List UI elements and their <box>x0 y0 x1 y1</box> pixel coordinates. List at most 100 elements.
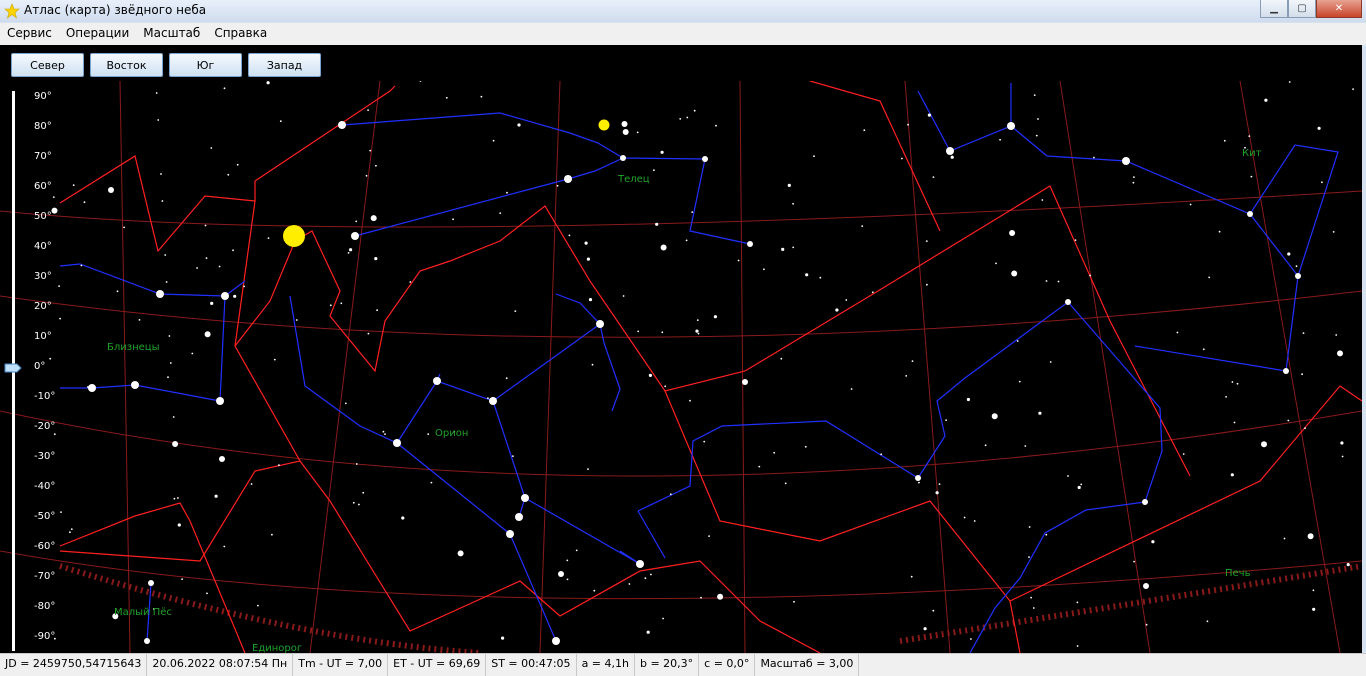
star <box>196 267 199 269</box>
west-button[interactable]: Запад <box>248 53 321 77</box>
title-bar[interactable]: Атлас (карта) звёдного неба ▁ ▢ ✕ <box>0 0 1366 22</box>
star <box>588 298 593 302</box>
star <box>384 433 386 435</box>
status-bar: JD = 2459750,54715643 20.06.2022 08:07:5… <box>0 653 1366 676</box>
star <box>273 358 276 361</box>
star <box>227 173 230 176</box>
star <box>835 308 839 312</box>
star <box>1033 94 1036 96</box>
star <box>1132 181 1135 184</box>
star <box>805 273 809 277</box>
star <box>926 283 928 286</box>
star <box>650 573 652 576</box>
star <box>973 520 976 522</box>
star <box>1045 533 1048 536</box>
declination-slider-thumb[interactable] <box>4 363 22 373</box>
star <box>1041 199 1044 201</box>
bright-star <box>552 637 560 645</box>
bright-star <box>521 494 529 502</box>
declination-tick-label: 20° <box>34 301 52 312</box>
close-button[interactable]: ✕ <box>1316 0 1362 18</box>
star <box>689 399 691 402</box>
star <box>1341 455 1344 458</box>
star <box>1225 396 1227 398</box>
label-fornax: Печь <box>1225 568 1251 579</box>
star <box>218 265 221 268</box>
bright-star <box>433 377 441 385</box>
star <box>911 360 914 362</box>
star <box>214 494 218 498</box>
star <box>1231 381 1234 383</box>
star <box>784 482 787 485</box>
bright-star <box>88 384 96 392</box>
star <box>250 483 253 485</box>
star <box>1074 239 1077 242</box>
maximize-button[interactable]: ▢ <box>1288 0 1316 18</box>
star <box>204 224 207 227</box>
bright-star <box>1283 368 1289 374</box>
star <box>621 121 628 127</box>
menu-scale[interactable]: Масштаб <box>136 23 207 45</box>
status-c: c = 0,0° <box>699 654 756 676</box>
star <box>556 184 559 187</box>
star <box>804 445 807 448</box>
bright-star <box>1065 299 1071 305</box>
ecliptic-band <box>59 563 1362 653</box>
star <box>773 451 776 454</box>
star <box>83 201 86 204</box>
star <box>164 254 167 256</box>
star <box>257 604 259 607</box>
star <box>1208 276 1211 279</box>
star <box>1317 126 1321 130</box>
south-button[interactable]: Юг <box>169 53 242 77</box>
bright-star <box>108 187 114 193</box>
star <box>950 155 954 159</box>
menu-service[interactable]: Сервис <box>0 23 59 45</box>
bright-star <box>489 397 497 405</box>
bright-star <box>558 571 564 577</box>
star <box>505 377 508 380</box>
star <box>793 600 795 603</box>
star <box>932 176 935 178</box>
bright-star <box>219 456 225 462</box>
east-button[interactable]: Восток <box>90 53 163 77</box>
star <box>295 319 298 321</box>
star <box>223 87 226 90</box>
planet-marker[interactable] <box>598 119 610 131</box>
status-sidereal-time: ST = 00:47:05 <box>486 654 577 676</box>
star <box>1176 331 1179 334</box>
declination-tick-label: 50° <box>34 211 52 222</box>
status-tm-ut: Tm - UT = 7,00 <box>293 654 389 676</box>
star <box>1304 427 1306 430</box>
declination-tick-label: 80° <box>34 121 52 132</box>
star <box>819 276 822 279</box>
constellation-figures <box>59 83 1339 653</box>
star <box>1057 280 1060 283</box>
minimize-button[interactable]: ▁ <box>1260 0 1288 18</box>
bright-star <box>596 320 604 328</box>
declination-tick-label: 30° <box>34 271 52 282</box>
star <box>445 96 448 99</box>
star <box>517 123 521 127</box>
menu-help[interactable]: Справка <box>207 23 274 45</box>
star <box>1312 607 1316 611</box>
bright-star <box>131 381 139 389</box>
star <box>871 291 874 294</box>
star <box>480 95 483 98</box>
label-monoceros: Единорог <box>252 643 303 653</box>
sun-marker[interactable] <box>283 225 305 247</box>
north-button[interactable]: Север <box>11 53 84 77</box>
star <box>661 331 664 334</box>
star <box>70 528 73 530</box>
star <box>369 149 372 152</box>
star <box>1016 340 1019 342</box>
star <box>863 129 866 132</box>
menu-operations[interactable]: Операции <box>59 23 136 45</box>
star <box>69 531 71 534</box>
sky-map[interactable]: 90° 80° 70° 60° 50° 40° 30° 20° 10° 0° -10° -20° -30… <box>0 81 1362 653</box>
star <box>850 388 853 390</box>
bright-star <box>946 147 954 155</box>
star <box>586 257 591 261</box>
star <box>763 268 765 271</box>
star <box>1223 139 1226 142</box>
